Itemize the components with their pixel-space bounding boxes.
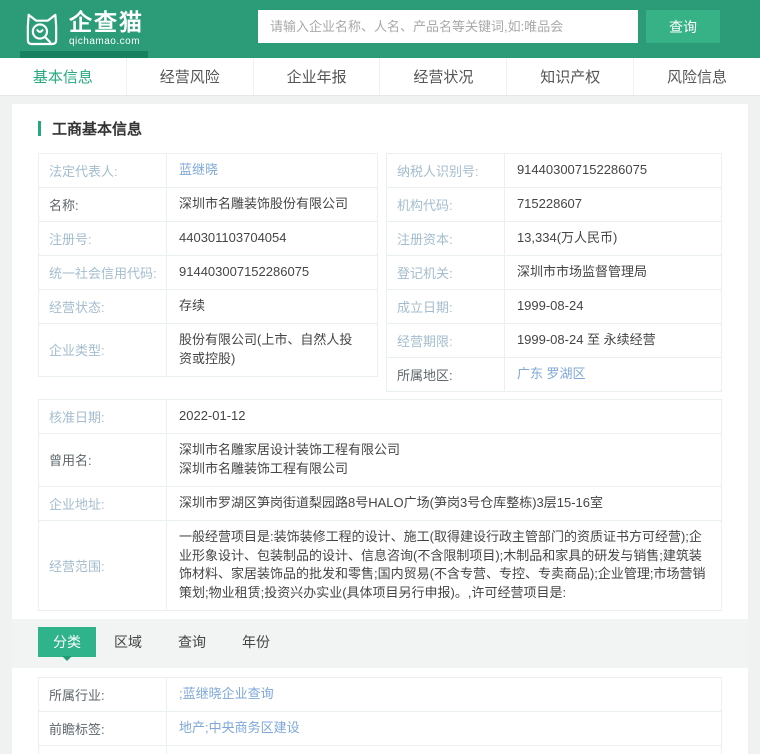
field-label: 企业类型: (39, 324, 167, 376)
search-button[interactable]: 查询 (646, 10, 720, 43)
cat-magnifier-logo-icon (22, 9, 62, 49)
field-value: 深圳市市场监督管理局 (516, 264, 647, 280)
table-row: 核准日期: 2022-01-12 (38, 399, 722, 434)
field-label: 曾用名: (39, 434, 167, 486)
filter-tab-year[interactable]: 年份 (224, 627, 288, 657)
tab-intellectual-property[interactable]: 知识产权 (506, 58, 633, 95)
industry-link[interactable]: ;蓝继晓企业查询 (179, 685, 274, 704)
field-label: 法定代表人: (39, 154, 167, 187)
legal-representative-link[interactable]: 蓝继晓 (179, 161, 218, 180)
table-row: 经营状态: 存续 (38, 290, 378, 324)
field-value: 股份有限公司(上市、自然人投资或控股) (179, 332, 353, 366)
registration-info-grid: 法定代表人: 蓝继晓 名称: 深圳市名雕装饰股份有限公司 注册号: 440301… (38, 153, 722, 392)
field-value: 914403007152286075 (516, 162, 648, 178)
field-label: 前瞻标签: (39, 712, 167, 746)
tab-risk-info[interactable]: 风险信息 (633, 58, 760, 95)
field-label: 名称: (39, 188, 167, 221)
table-row: 曾用名: 深圳市名雕家居设计装饰工程有限公司 深圳市名雕装饰工程有限公司 (38, 434, 722, 487)
table-row: 经营期限: 1999-08-24 至 永续经营 (385, 324, 722, 358)
search-input[interactable] (258, 10, 638, 43)
former-names: 深圳市名雕家居设计装饰工程有限公司 深圳市名雕装饰工程有限公司 (167, 434, 721, 486)
registration-full-table: 核准日期: 2022-01-12 曾用名: 深圳市名雕家居设计装饰工程有限公司 … (38, 399, 722, 612)
table-row: 经营范围: 一般经营项目是:装饰装修工程的设计、施工(取得建设行政主管部门的资质… (38, 520, 722, 612)
brand-name: 企查猫 (69, 9, 144, 35)
table-row: 登记机关: 深圳市市场监督管理局 (385, 256, 722, 290)
active-tab-pointer-icon (62, 656, 72, 666)
table-row: 成立日期: 1999-08-24 (385, 290, 722, 324)
table-row: 企业类型: 股份有限公司(上市、自然人投资或控股) (38, 324, 378, 377)
field-value: 1999-08-24 (516, 298, 584, 314)
table-row: 机构代码: 715228607 (385, 188, 722, 222)
field-label: 所属行业: (39, 678, 167, 712)
tab-operation-risk[interactable]: 经营风险 (125, 58, 253, 95)
field-value: 存续 (179, 298, 206, 314)
filter-band: 分类 区域 查询 年份 (12, 619, 748, 669)
table-row: 名称: 深圳市名雕装饰股份有限公司 (38, 188, 378, 222)
table-row: 展会标签: 家居饰品;名家具 (38, 746, 722, 754)
filter-tab-region[interactable]: 区域 (96, 627, 160, 657)
registration-left-table: 法定代表人: 蓝继晓 名称: 深圳市名雕装饰股份有限公司 注册号: 440301… (38, 153, 378, 392)
field-label: 经营状态: (39, 290, 167, 323)
table-row: 法定代表人: 蓝继晓 (38, 153, 378, 188)
field-label: 展会标签: (39, 746, 167, 754)
table-row: 企业地址: 深圳市罗湖区笋岗街道梨园路8号HALO广场(笋岗3号仓库整栋)3层1… (38, 486, 722, 521)
table-row: 所属地区: 广东 罗湖区 (385, 358, 722, 392)
field-label: 所属地区: (387, 358, 505, 391)
table-row: 纳税人识别号: 914403007152286075 (385, 153, 722, 188)
field-value: 1999-08-24 至 永续经营 (516, 332, 656, 348)
filter-tab-category[interactable]: 分类 (38, 627, 96, 662)
table-row: 注册资本: 13,334(万人民币) (385, 222, 722, 256)
former-name-line: 深圳市名雕装饰工程有限公司 (179, 460, 349, 476)
field-label: 核准日期: (39, 400, 167, 433)
header-accent-strip (20, 51, 148, 58)
page-content: 工商基本信息 法定代表人: 蓝继晓 名称: 深圳市名雕装饰股份有限公司 注册号:… (0, 96, 760, 754)
field-value: 2022-01-12 (179, 408, 246, 424)
field-value: 440301103704054 (179, 230, 287, 246)
filter-tab-label: 分类 (53, 634, 81, 651)
brand-logo[interactable]: 企查猫 qichamao.com (22, 9, 144, 49)
field-label: 登记机关: (387, 256, 505, 289)
field-label: 经营范围: (39, 520, 167, 611)
field-label: 企业地址: (39, 486, 167, 520)
tab-basic-info[interactable]: 基本信息 (0, 58, 126, 95)
tab-annual-report[interactable]: 企业年报 (252, 58, 380, 95)
table-row: 所属行业: ;蓝继晓企业查询 (38, 677, 722, 713)
section-title: 工商基本信息 (38, 118, 722, 139)
field-label: 注册号: (39, 222, 167, 255)
business-scope-text: 一般经营项目是:装饰装修工程的设计、施工(取得建设行政主管部门的资质证书方可经营… (179, 528, 706, 601)
filter-tab-query[interactable]: 查询 (160, 627, 224, 657)
tab-operation-status[interactable]: 经营状况 (379, 58, 506, 95)
field-value: 深圳市罗湖区笋岗街道梨园路8号HALO广场(笋岗3号仓库整栋)3层15-16室 (179, 494, 603, 510)
tags-table: 所属行业: ;蓝继晓企业查询 前瞻标签: 地产;中央商务区建设 展会标签: 家居… (38, 677, 722, 754)
field-label: 经营期限: (387, 324, 505, 357)
page-title: 工商基本信息 (52, 121, 143, 138)
table-row: 统一社会信用代码: 914403007152286075 (38, 256, 378, 290)
main-nav: 基本信息 经营风险 企业年报 经营状况 知识产权 风险信息 (0, 58, 760, 96)
field-value: 914403007152286075 (179, 264, 310, 280)
info-panel: 工商基本信息 法定代表人: 蓝继晓 名称: 深圳市名雕装饰股份有限公司 注册号:… (12, 104, 748, 754)
field-value: 13,334(万人民币) (516, 230, 618, 246)
field-value: 715228607 (516, 196, 583, 212)
field-label: 统一社会信用代码: (39, 256, 167, 289)
foresight-tags-link[interactable]: 地产;中央商务区建设 (179, 719, 300, 738)
field-value: 深圳市名雕装饰股份有限公司 (179, 196, 349, 212)
table-row: 注册号: 440301103704054 (38, 222, 378, 256)
field-label: 纳税人识别号: (387, 154, 505, 187)
former-name-line: 深圳市名雕家居设计装饰工程有限公司 (179, 442, 401, 457)
brand-domain: qichamao.com (69, 36, 141, 47)
registration-right-table: 纳税人识别号: 914403007152286075 机构代码: 7152286… (385, 153, 722, 392)
site-header: 企查猫 qichamao.com 查询 (0, 0, 760, 58)
title-accent-bar (38, 121, 41, 136)
filter-tabs: 分类 区域 查询 年份 (38, 627, 722, 662)
field-label: 机构代码: (387, 188, 505, 221)
field-label: 成立日期: (387, 290, 505, 323)
brand-text: 企查猫 qichamao.com (69, 11, 144, 47)
field-label: 注册资本: (387, 222, 505, 255)
region-link[interactable]: 广东 罗湖区 (517, 365, 586, 384)
table-row: 前瞻标签: 地产;中央商务区建设 (38, 712, 722, 747)
search-bar: 查询 (258, 10, 720, 43)
